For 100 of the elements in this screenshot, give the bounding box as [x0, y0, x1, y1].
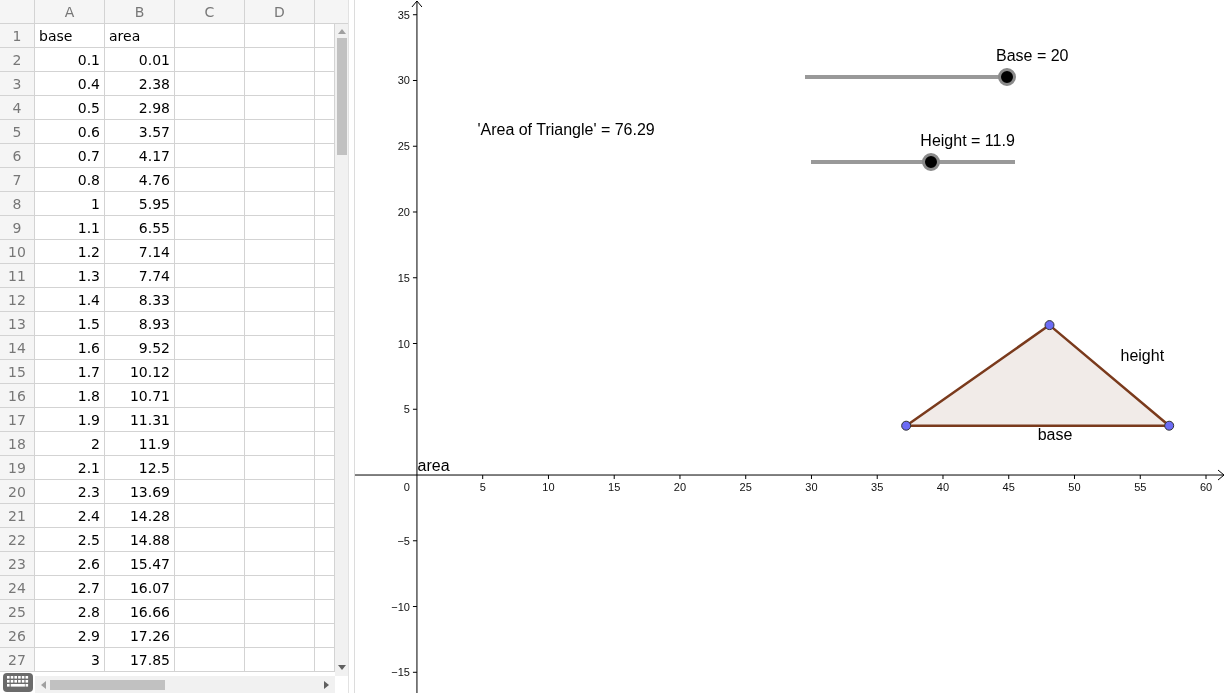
scrollbar-thumb[interactable]	[336, 38, 347, 155]
table-cell: 17.26	[105, 624, 175, 648]
table-cell: 1.6	[35, 336, 105, 360]
row-header[interactable]: 15	[0, 360, 35, 384]
table-cell	[245, 432, 315, 456]
table-cell	[245, 312, 315, 336]
table-cell: 1.4	[35, 288, 105, 312]
row-header[interactable]: 5	[0, 120, 35, 144]
row-header[interactable]: 26	[0, 624, 35, 648]
row-header[interactable]: 21	[0, 504, 35, 528]
row-header[interactable]: 9	[0, 216, 35, 240]
table-cell: 11.31	[105, 408, 175, 432]
table-cell	[175, 576, 245, 600]
scroll-down-icon[interactable]	[337, 665, 346, 670]
vertical-scrollbar[interactable]	[335, 24, 348, 676]
slider-handle[interactable]	[998, 68, 1016, 86]
table-cell	[245, 120, 315, 144]
row-header[interactable]: 3	[0, 72, 35, 96]
table-cell: 7.14	[105, 240, 175, 264]
table-cell: 1.3	[35, 264, 105, 288]
table-cell: 2.4	[35, 504, 105, 528]
table-cell: 2.3	[35, 480, 105, 504]
table-cell: 1.2	[35, 240, 105, 264]
table-cell: 1.1	[35, 216, 105, 240]
table-cell	[245, 72, 315, 96]
table-cell	[175, 360, 245, 384]
keyboard-button[interactable]	[3, 673, 33, 692]
row-header[interactable]: 27	[0, 648, 35, 672]
row-header[interactable]: 6	[0, 144, 35, 168]
table-cell	[175, 312, 245, 336]
table-cell: 14.28	[105, 504, 175, 528]
table-cell: 11.9	[105, 432, 175, 456]
table-cell: 0.1	[35, 48, 105, 72]
row-header[interactable]: 16	[0, 384, 35, 408]
table-cell	[245, 24, 315, 48]
row-header[interactable]: 11	[0, 264, 35, 288]
table-cell	[175, 336, 245, 360]
table-cell	[175, 456, 245, 480]
column-header[interactable]: D	[245, 0, 315, 24]
table-cell	[175, 480, 245, 504]
table-cell: 16.66	[105, 600, 175, 624]
table-cell	[175, 552, 245, 576]
row-header[interactable]: 22	[0, 528, 35, 552]
table-cell: 2.6	[35, 552, 105, 576]
table-cell: 2	[35, 432, 105, 456]
table-cell	[245, 600, 315, 624]
table-cell: 14.88	[105, 528, 175, 552]
row-header[interactable]: 10	[0, 240, 35, 264]
row-header[interactable]: 25	[0, 600, 35, 624]
row-header[interactable]: 19	[0, 456, 35, 480]
horizontal-scrollbar[interactable]	[35, 676, 335, 693]
table-cell	[245, 408, 315, 432]
table-cell	[175, 528, 245, 552]
corner-cell[interactable]	[0, 0, 35, 24]
table-cell: 8.33	[105, 288, 175, 312]
table-cell	[245, 96, 315, 120]
row-header[interactable]: 1	[0, 24, 35, 48]
table-cell: 2.5	[35, 528, 105, 552]
table-cell: 1.9	[35, 408, 105, 432]
axis-tick-label: 60	[1199, 481, 1213, 493]
row-header[interactable]: 8	[0, 192, 35, 216]
table-cell	[175, 96, 245, 120]
table-cell	[175, 264, 245, 288]
table-cell	[245, 48, 315, 72]
table-cell	[245, 168, 315, 192]
row-header[interactable]: 4	[0, 96, 35, 120]
table-cell: 1.7	[35, 360, 105, 384]
table-cell: 2.9	[35, 624, 105, 648]
row-header[interactable]: 12	[0, 288, 35, 312]
table-cell	[245, 480, 315, 504]
row-header[interactable]: 23	[0, 552, 35, 576]
table-cell	[175, 504, 245, 528]
table-cell: 4.76	[105, 168, 175, 192]
row-header[interactable]: 13	[0, 312, 35, 336]
table-cell	[245, 288, 315, 312]
column-header[interactable]: C	[175, 0, 245, 24]
row-header[interactable]: 17	[0, 408, 35, 432]
table-cell	[175, 432, 245, 456]
table-cell: 3	[35, 648, 105, 672]
table-cell	[245, 240, 315, 264]
table-cell: 10.12	[105, 360, 175, 384]
table-cell: 8.93	[105, 312, 175, 336]
column-header[interactable]: A	[35, 0, 105, 24]
scroll-right-icon[interactable]	[324, 680, 329, 689]
column-header[interactable]: B	[105, 0, 175, 24]
table-cell	[175, 288, 245, 312]
table-cell: 17.85	[105, 648, 175, 672]
table-cell	[245, 504, 315, 528]
row-header[interactable]: 2	[0, 48, 35, 72]
row-header[interactable]: 24	[0, 576, 35, 600]
table-cell	[245, 552, 315, 576]
table-cell: 9.52	[105, 336, 175, 360]
row-header[interactable]: 14	[0, 336, 35, 360]
table-cell: 5.95	[105, 192, 175, 216]
scrollbar-thumb[interactable]	[50, 679, 165, 690]
row-header[interactable]: 20	[0, 480, 35, 504]
table-cell: 6.55	[105, 216, 175, 240]
row-header[interactable]: 7	[0, 168, 35, 192]
row-header[interactable]: 18	[0, 432, 35, 456]
keyboard-icon	[7, 676, 29, 689]
